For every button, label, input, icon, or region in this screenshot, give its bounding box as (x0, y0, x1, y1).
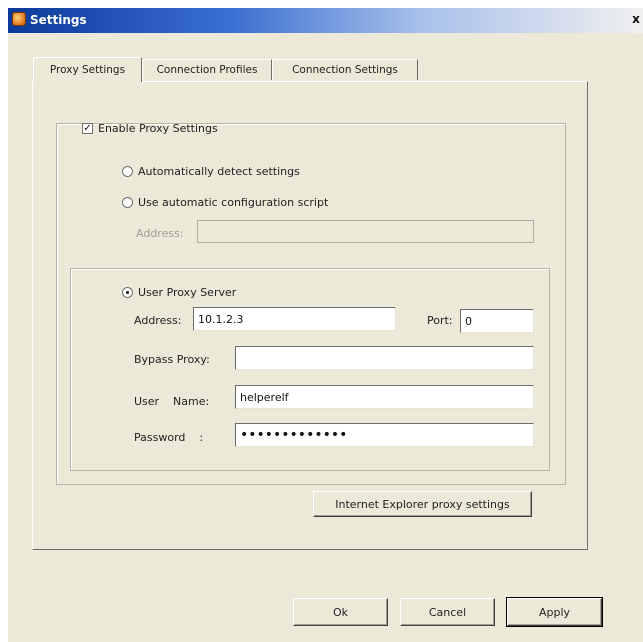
ok-button[interactable]: Ok (293, 598, 388, 626)
auto-detect-label: Automatically detect settings (138, 165, 300, 178)
port-input[interactable] (460, 309, 534, 333)
script-address-input[interactable] (197, 220, 534, 243)
user-proxy-radio[interactable] (122, 287, 133, 298)
script-address-label: Address: (136, 227, 184, 240)
username-label: User Name: (134, 395, 210, 408)
auto-script-radio[interactable] (122, 197, 133, 208)
user-proxy-label: User Proxy Server (138, 286, 237, 299)
auto-detect-radio[interactable] (122, 166, 133, 177)
password-label: Password : (134, 431, 204, 444)
port-label: Port: (427, 314, 453, 327)
bypass-proxy-label: Bypass Proxy: (134, 353, 210, 366)
tab-connection-profiles[interactable]: Connection Profiles (142, 59, 272, 80)
title-bar: Settings x (8, 8, 643, 33)
address-label: Address: (134, 314, 182, 327)
apply-button[interactable]: Apply (506, 597, 603, 627)
enable-proxy-checkbox-row[interactable]: ✓ Enable Proxy Settings (82, 121, 218, 137)
password-input[interactable] (235, 423, 534, 447)
enable-proxy-checkbox[interactable]: ✓ (82, 123, 93, 134)
settings-app-icon (12, 12, 26, 26)
auto-script-label: Use automatic configuration script (138, 196, 329, 209)
close-icon[interactable]: x (630, 11, 642, 27)
tab-connection-settings[interactable]: Connection Settings (272, 59, 418, 80)
ie-proxy-settings-button[interactable]: Internet Explorer proxy settings (313, 491, 532, 517)
enable-proxy-label: Enable Proxy Settings (98, 122, 218, 135)
cancel-button[interactable]: Cancel (400, 598, 495, 626)
address-input[interactable] (193, 307, 396, 331)
window-title: Settings (30, 13, 87, 27)
username-input[interactable] (235, 385, 534, 409)
bypass-proxy-input[interactable] (235, 346, 534, 370)
tab-proxy-settings[interactable]: Proxy Settings (33, 57, 142, 82)
